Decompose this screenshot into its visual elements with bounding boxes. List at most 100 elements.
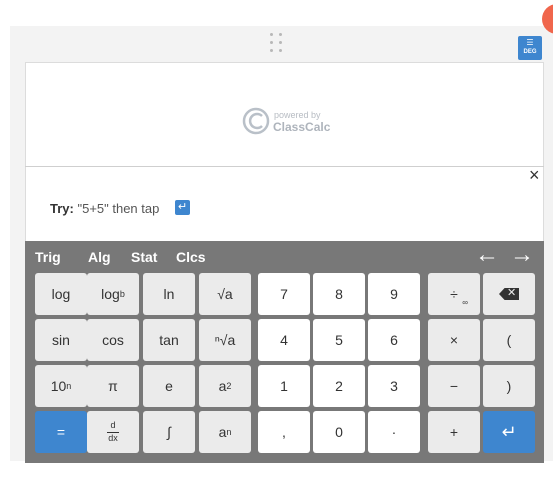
tab-trig[interactable]: Trig <box>35 249 61 265</box>
key-divide-label: ÷ <box>450 286 458 302</box>
key-e[interactable]: e <box>143 365 195 407</box>
enter-key-icon: ↵ <box>501 421 517 442</box>
key-5[interactable]: 5 <box>313 319 365 361</box>
key-log-label: log <box>51 286 71 302</box>
key-sqrt-label: √a <box>217 286 233 302</box>
classcalc-logo: powered by ClassCalc <box>242 106 342 140</box>
key-right-paren[interactable]: ) <box>483 365 535 407</box>
key-log[interactable]: log <box>35 273 87 315</box>
key-power-exp: n <box>226 427 232 437</box>
key-right-paren-label: ) <box>506 378 512 394</box>
key-sin[interactable]: sin <box>35 319 87 361</box>
key-divide[interactable]: ÷ ∞ <box>428 273 480 315</box>
powered-by-text: powered by <box>274 110 321 120</box>
key-e-label: e <box>165 378 173 394</box>
key-0[interactable]: 0 <box>313 411 365 453</box>
key-8[interactable]: 8 <box>313 273 365 315</box>
close-icon[interactable]: × <box>529 166 540 184</box>
key-square[interactable]: a2 <box>199 365 251 407</box>
key-8-label: 8 <box>335 286 343 302</box>
key-cos-label: cos <box>102 332 124 348</box>
key-minus[interactable]: − <box>428 365 480 407</box>
key-6-label: 6 <box>390 332 398 348</box>
key-tan-label: tan <box>159 332 179 348</box>
key-ten-power-base: 10 <box>50 378 67 394</box>
brand-name: ClassCalc <box>273 120 331 134</box>
key-square-exp: 2 <box>226 381 232 391</box>
key-left-paren[interactable]: ( <box>483 319 535 361</box>
key-7-label: 7 <box>280 286 288 302</box>
angle-mode-label: DEG <box>523 49 537 55</box>
key-logb[interactable]: log b <box>87 273 139 315</box>
settings-sliders-icon: ☰ <box>526 38 534 47</box>
key-logb-sub: b <box>119 289 125 299</box>
key-multiply[interactable]: × <box>428 319 480 361</box>
key-left-paren-label: ( <box>506 332 512 348</box>
key-6[interactable]: 6 <box>368 319 420 361</box>
key-decimal[interactable]: · <box>368 411 420 453</box>
key-2[interactable]: 2 <box>313 365 365 407</box>
key-equals[interactable]: = <box>35 411 87 453</box>
derivative-bottom: dx <box>108 432 118 443</box>
key-0-label: 0 <box>335 424 343 440</box>
key-backspace[interactable]: ✕ <box>483 273 535 315</box>
key-plus-label: + <box>449 424 459 440</box>
enter-icon: ↵ <box>175 200 190 215</box>
hint-prefix: Try: <box>50 201 74 216</box>
key-2-label: 2 <box>335 378 343 394</box>
key-sqrt[interactable]: √a <box>199 273 251 315</box>
key-square-base: a <box>218 378 227 394</box>
key-1-label: 1 <box>280 378 288 394</box>
keyboard-tabs: Trig Alg Stat Clcs ← → <box>25 241 544 273</box>
key-logb-base: log <box>101 286 120 302</box>
key-ln[interactable]: ln <box>143 273 195 315</box>
key-comma-label: , <box>282 424 286 440</box>
tab-stat[interactable]: Stat <box>131 249 157 265</box>
hint-body: "5+5" then tap <box>77 201 160 216</box>
key-cos[interactable]: cos <box>87 319 139 361</box>
key-plus[interactable]: + <box>428 411 480 453</box>
key-enter[interactable]: ↵ <box>483 411 535 453</box>
key-power-base: a <box>218 424 227 440</box>
key-multiply-label: × <box>449 332 459 348</box>
key-ln-label: ln <box>163 286 175 302</box>
key-ten-power[interactable]: 10 n <box>35 365 87 407</box>
tab-alg[interactable]: Alg <box>88 249 111 265</box>
derivative-top: d <box>110 420 116 431</box>
key-7[interactable]: 7 <box>258 273 310 315</box>
key-derivative[interactable]: d dx <box>87 411 139 453</box>
key-nth-root-label: ⁿ√a <box>214 332 236 348</box>
derivative-fraction: d dx <box>107 420 119 443</box>
key-comma[interactable]: , <box>258 411 310 453</box>
hint-text: Try: "5+5" then tap <box>50 201 159 216</box>
classcalc-logo-icon <box>242 107 270 135</box>
arrow-right-icon[interactable]: → <box>510 243 534 267</box>
key-equals-label: = <box>56 424 66 440</box>
key-4-label: 4 <box>280 332 288 348</box>
key-sin-label: sin <box>52 332 70 348</box>
backspace-icon-x: ✕ <box>507 287 517 299</box>
tab-clcs[interactable]: Clcs <box>176 249 206 265</box>
key-integral-label: ∫ <box>167 424 171 440</box>
key-4[interactable]: 4 <box>258 319 310 361</box>
key-9-label: 9 <box>390 286 398 302</box>
key-3[interactable]: 3 <box>368 365 420 407</box>
key-tan[interactable]: tan <box>143 319 195 361</box>
angle-mode-button[interactable]: ☰ DEG <box>518 36 542 60</box>
key-power[interactable]: an <box>199 411 251 453</box>
key-5-label: 5 <box>335 332 343 348</box>
key-3-label: 3 <box>390 378 398 394</box>
key-nth-root[interactable]: ⁿ√a <box>199 319 251 361</box>
key-1[interactable]: 1 <box>258 365 310 407</box>
key-ten-power-exp: n <box>66 381 72 391</box>
backspace-icon: ✕ <box>499 288 519 300</box>
key-9[interactable]: 9 <box>368 273 420 315</box>
key-pi[interactable]: π <box>87 365 139 407</box>
key-divide-content: ÷ ∞ <box>428 273 480 315</box>
key-integral[interactable]: ∫ <box>143 411 195 453</box>
infinity-icon: ∞ <box>462 298 468 307</box>
key-minus-label: − <box>449 378 459 394</box>
drag-handle-icon[interactable] <box>270 33 284 53</box>
key-decimal-label: · <box>391 424 397 440</box>
arrow-left-icon[interactable]: ← <box>475 243 499 267</box>
